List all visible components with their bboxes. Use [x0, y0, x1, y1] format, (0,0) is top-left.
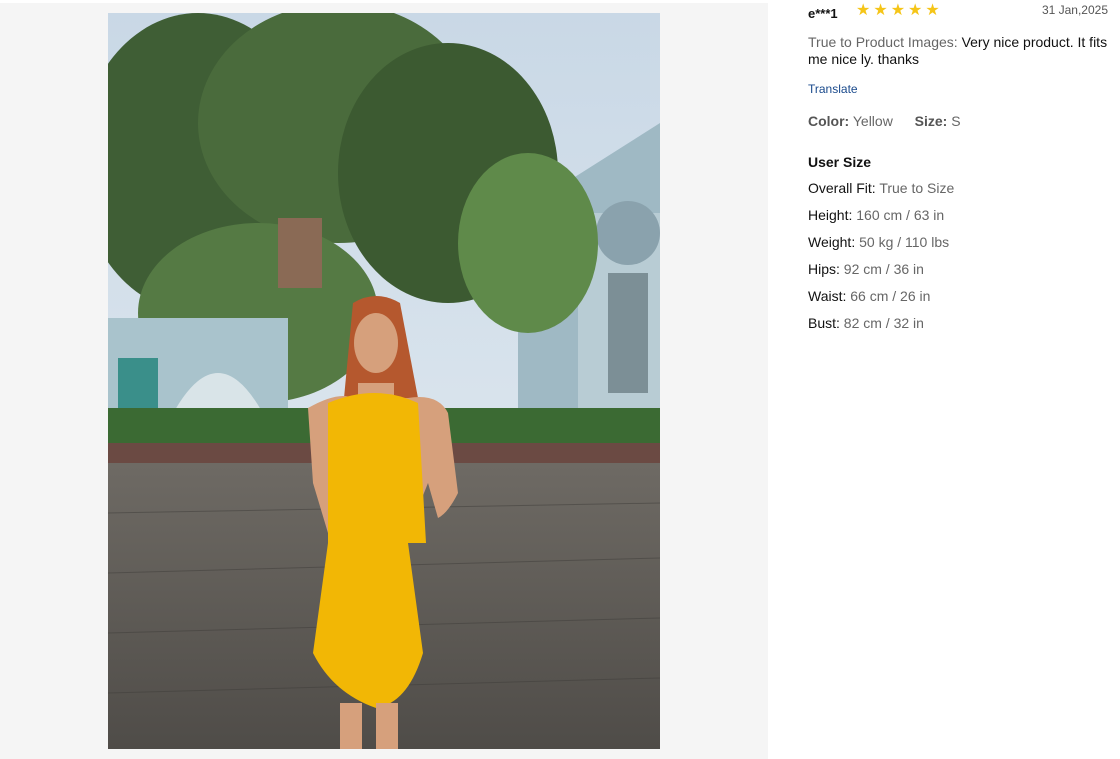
- star-icon: ★: [908, 2, 923, 19]
- size-row-label: Overall Fit:: [808, 180, 876, 196]
- user-size-list: Overall Fit: True to Size Height: 160 cm…: [808, 180, 1108, 342]
- star-icon: ★: [890, 2, 906, 19]
- review-photo-gallery: [0, 3, 768, 759]
- translate-link[interactable]: Translate: [808, 82, 858, 96]
- size-row-label: Weight:: [808, 234, 856, 250]
- review-text-label: True to Product Images:: [808, 34, 958, 50]
- user-size-title: User Size: [808, 154, 872, 170]
- reviewer-name: e***1: [808, 6, 838, 21]
- review-date: 31 Jan,2025: [1041, 3, 1108, 17]
- size-row-value: 50 kg / 110 lbs: [859, 234, 950, 250]
- size-row-value: 160 cm / 63 in: [856, 207, 945, 223]
- size-row-label: Bust:: [808, 315, 840, 331]
- review-header: e***1 ★ ★ ★ ★ ★ 31 Jan,2025: [808, 0, 1108, 24]
- size-row-weight: Weight: 50 kg / 110 lbs: [808, 234, 1108, 261]
- star-icon: ★: [856, 2, 871, 19]
- size-row-value: 92 cm / 36 in: [843, 261, 924, 277]
- review-photo[interactable]: [108, 13, 660, 749]
- size-row-height: Height: 160 cm / 63 in: [808, 207, 1108, 234]
- purchased-variant: Color: Yellow Size: S: [808, 113, 1108, 129]
- size-row-waist: Waist: 66 cm / 26 in: [808, 288, 1108, 315]
- color-label: Color:: [808, 113, 850, 129]
- star-icon: ★: [925, 2, 940, 19]
- size-value: S: [951, 113, 961, 129]
- review-text: True to Product Images: Very nice produc…: [808, 34, 1108, 68]
- size-row-value: 82 cm / 32 in: [843, 315, 924, 331]
- size-row-value: True to Size: [879, 180, 955, 196]
- size-row-label: Waist:: [808, 288, 847, 304]
- size-row-label: Hips:: [808, 261, 840, 277]
- size-row-overall-fit: Overall Fit: True to Size: [808, 180, 1108, 207]
- size-label: Size:: [914, 113, 948, 129]
- review-photo-image: [108, 13, 660, 749]
- star-icon: ★: [873, 2, 888, 19]
- star-rating: ★ ★ ★ ★ ★: [856, 3, 940, 19]
- size-row-label: Height:: [808, 207, 853, 223]
- size-row-value: 66 cm / 26 in: [850, 288, 931, 304]
- review-panel: e***1 ★ ★ ★ ★ ★ 31 Jan,2025 True to Prod…: [808, 0, 1108, 342]
- size-row-hips: Hips: 92 cm / 36 in: [808, 261, 1108, 288]
- size-row-bust: Bust: 82 cm / 32 in: [808, 315, 1108, 342]
- color-value: Yellow: [852, 113, 893, 129]
